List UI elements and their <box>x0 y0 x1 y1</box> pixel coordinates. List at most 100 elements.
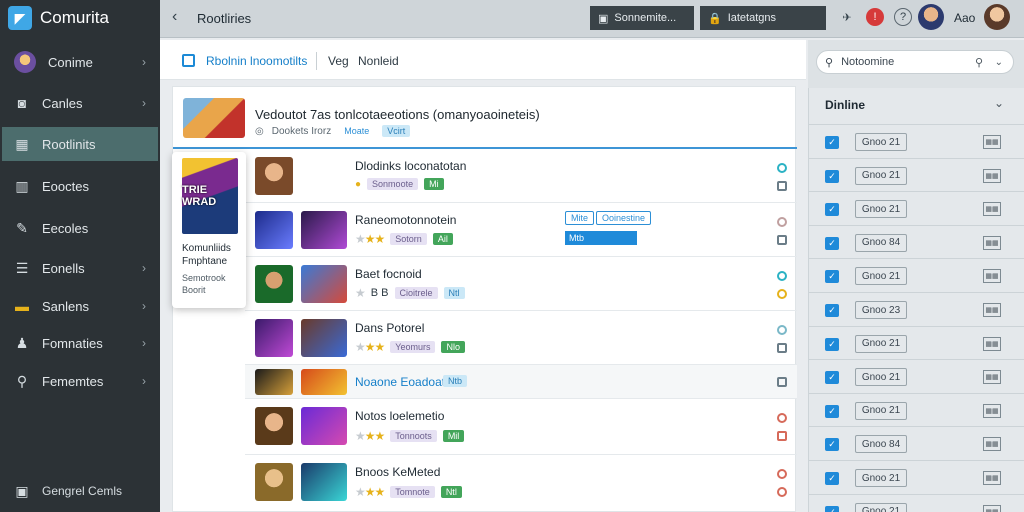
filter-row[interactable]: ✓ Gnoo 84 ▦▦ <box>809 224 1024 259</box>
sidebar-item-fomnaties[interactable]: ♟ Fomnaties › <box>2 326 158 360</box>
sidebar-footer-label: Gengrel Cemls <box>42 484 123 498</box>
help-icon[interactable]: ? <box>894 8 912 26</box>
status-icon[interactable] <box>777 163 787 173</box>
sidebar-item-eecoles[interactable]: ✎ Eecoles <box>2 211 158 245</box>
sidebar-item-conime[interactable]: Conime › <box>2 45 158 79</box>
filter-heading: Dinline <box>825 98 866 112</box>
list-item[interactable]: Dans Potorel ★★★ Yeomurs Nlo <box>245 311 797 365</box>
item-title: Raneomotonnotein <box>355 213 457 227</box>
grid-icon[interactable]: ▦▦ <box>983 403 1001 418</box>
tab-nonleid[interactable]: Nonleid <box>358 54 399 68</box>
featured-item[interactable]: Vedoutot 7as tonlcotaeeotions (omanyoaoi… <box>173 87 797 149</box>
item-thumbnail <box>255 157 293 195</box>
checkbox-icon[interactable]: ✓ <box>825 270 839 284</box>
item-extra: B B <box>370 287 389 299</box>
topbar-field-2[interactable]: 🔒 Iatetatgns <box>700 6 826 30</box>
list-item[interactable]: Notos loelemetio ★★★ Tonnoots Mil <box>245 399 797 455</box>
chevron-down-icon[interactable]: ⌄ <box>994 96 1004 110</box>
chevron-right-icon: › <box>142 96 146 110</box>
tab-rbolnin[interactable]: Rbolnin lnoomotilts <box>206 54 307 68</box>
list-item[interactable]: Baet focnoid ★ B B Cioitrele Ntl <box>245 257 797 311</box>
preview-card[interactable]: TRIE WRAD Komunliids Fmphtane Semotrook … <box>172 152 246 308</box>
topbar-icons: ✈ ! ? <box>838 8 912 26</box>
grid-icon[interactable]: ▦▦ <box>983 135 1001 149</box>
user-name[interactable]: Aao <box>954 11 975 25</box>
option-icon[interactable] <box>777 377 787 387</box>
grid-icon[interactable]: ▦▦ <box>983 269 1001 284</box>
sidebar-item-eooctes[interactable]: ▥ Eooctes <box>2 169 158 203</box>
sidebar-item-eonells[interactable]: ☰ Eonells › <box>2 251 158 285</box>
sidebar-item-fememtes[interactable]: ⚲ Fememtes › <box>2 364 158 398</box>
list-item[interactable]: Bnoos KeMeted ★★★ Tomnote Ntl <box>245 455 797 511</box>
option-icon[interactable] <box>777 181 787 191</box>
filter-row[interactable]: ✓ Gnoo 21 ▦▦ <box>809 460 1024 494</box>
grid-icon[interactable]: ▦▦ <box>983 303 1001 317</box>
checkbox-icon[interactable]: ✓ <box>825 203 839 217</box>
status-icon[interactable] <box>777 413 787 423</box>
info-icon: ◎ <box>255 125 264 137</box>
filter-row[interactable]: ✓ Gnoo 21 ▦▦ <box>809 359 1024 393</box>
checkbox-icon[interactable]: ✓ <box>825 136 839 149</box>
checkbox-icon[interactable]: ✓ <box>825 371 839 385</box>
option-icon[interactable] <box>777 343 787 353</box>
notification-icon[interactable]: ! <box>866 8 884 26</box>
checkbox-icon[interactable]: ✓ <box>825 472 839 485</box>
grid-icon[interactable]: ▦▦ <box>983 370 1001 385</box>
back-icon[interactable]: ‹ <box>172 8 177 26</box>
item-title: Baet focnoid <box>355 267 422 281</box>
checkbox-icon[interactable]: ✓ <box>825 337 839 351</box>
sidebar-item-canles[interactable]: ◙ Canles › <box>2 86 158 120</box>
sidebar-footer-settings[interactable]: ▣ Gengrel Cemls <box>2 476 158 506</box>
filter-row[interactable]: ✓ Gnoo 84 ▦▦ <box>809 426 1024 460</box>
filter-row[interactable]: ✓ Gnoo 21 ▦▦ <box>809 392 1024 427</box>
filter-row[interactable]: ✓ Gnoo 23 ▦▦ <box>809 292 1024 326</box>
checkbox-icon[interactable]: ✓ <box>825 304 839 317</box>
option-icon[interactable] <box>777 289 787 299</box>
filter-row[interactable]: ✓ Gnoo 21 ▦▦ <box>809 157 1024 192</box>
status-icon[interactable] <box>777 217 787 227</box>
checkbox-icon[interactable]: ✓ <box>825 404 839 418</box>
option-icon[interactable] <box>777 431 787 441</box>
filter-row[interactable]: ✓ Gnoo 21 ▦▦ <box>809 258 1024 292</box>
avatar[interactable] <box>984 4 1010 30</box>
filter-row[interactable]: ✓ Gnoo 21 ▦▦ <box>809 191 1024 225</box>
avatar[interactable] <box>918 4 944 30</box>
option-icon[interactable] <box>777 487 787 497</box>
filter-row[interactable]: ✓ Gnoo 21 ▦▦ <box>809 493 1024 512</box>
item-thumbnail <box>255 265 293 303</box>
checkbox-icon[interactable]: ✓ <box>825 236 839 250</box>
list-item[interactable]: Noaone Eoadoat Ntb <box>245 365 797 399</box>
checkbox-icon[interactable]: ✓ <box>825 438 839 452</box>
status-icon[interactable] <box>777 271 787 281</box>
checkbox-icon[interactable]: ✓ <box>825 169 839 183</box>
list-item[interactable]: Dlodinks loconatotan ● Sonmoote Mi <box>245 149 797 203</box>
item-title: Dlodinks loconatotan <box>355 159 467 173</box>
grid-icon[interactable]: ▦▦ <box>983 168 1001 183</box>
brand[interactable]: ◤ Comurita <box>0 0 160 36</box>
item-thumbnail <box>255 211 293 249</box>
tag[interactable]: Mite <box>565 211 595 225</box>
sidebar-item-sanlens[interactable]: ▬ Sanlens › <box>2 289 158 323</box>
status-icon[interactable] <box>777 325 787 335</box>
grid-icon[interactable]: ▦▦ <box>983 437 1001 452</box>
search-icon[interactable]: ⚲ <box>975 56 983 69</box>
filter-row[interactable]: ✓ Gnoo 21 ▦▦ <box>809 325 1024 360</box>
grid-icon[interactable]: ▦▦ <box>983 202 1001 217</box>
chevron-down-icon[interactable]: ⌄ <box>995 57 1003 68</box>
search-input[interactable]: ⚲ Notoomine ⚲ ⌄ <box>816 50 1014 74</box>
option-icon[interactable] <box>777 235 787 245</box>
tab-veg[interactable]: Veg <box>328 54 349 68</box>
featured-pill-2: Vcirt <box>382 125 411 137</box>
pin-icon[interactable]: ✈ <box>838 8 856 26</box>
filter-row[interactable]: ✓ Gnoo 21 ▦▦ <box>809 124 1024 158</box>
checkbox-icon[interactable]: ✓ <box>825 505 839 512</box>
grid-icon[interactable]: ▦▦ <box>983 336 1001 351</box>
grid-icon[interactable]: ▦▦ <box>983 504 1001 512</box>
status-icon[interactable] <box>777 469 787 479</box>
sidebar-item-rootlinits[interactable]: ▦ Rootlinits <box>2 127 158 161</box>
grid-icon[interactable]: ▦▦ <box>983 471 1001 485</box>
tag[interactable]: Ooinestine <box>596 211 652 225</box>
topbar-field-1[interactable]: ▣ Sonnemite... <box>590 6 694 30</box>
grid-icon[interactable]: ▦▦ <box>983 235 1001 250</box>
list-item[interactable]: Raneomotonnotein ★★★ Sotorn Ail Mite Ooi… <box>245 203 797 257</box>
